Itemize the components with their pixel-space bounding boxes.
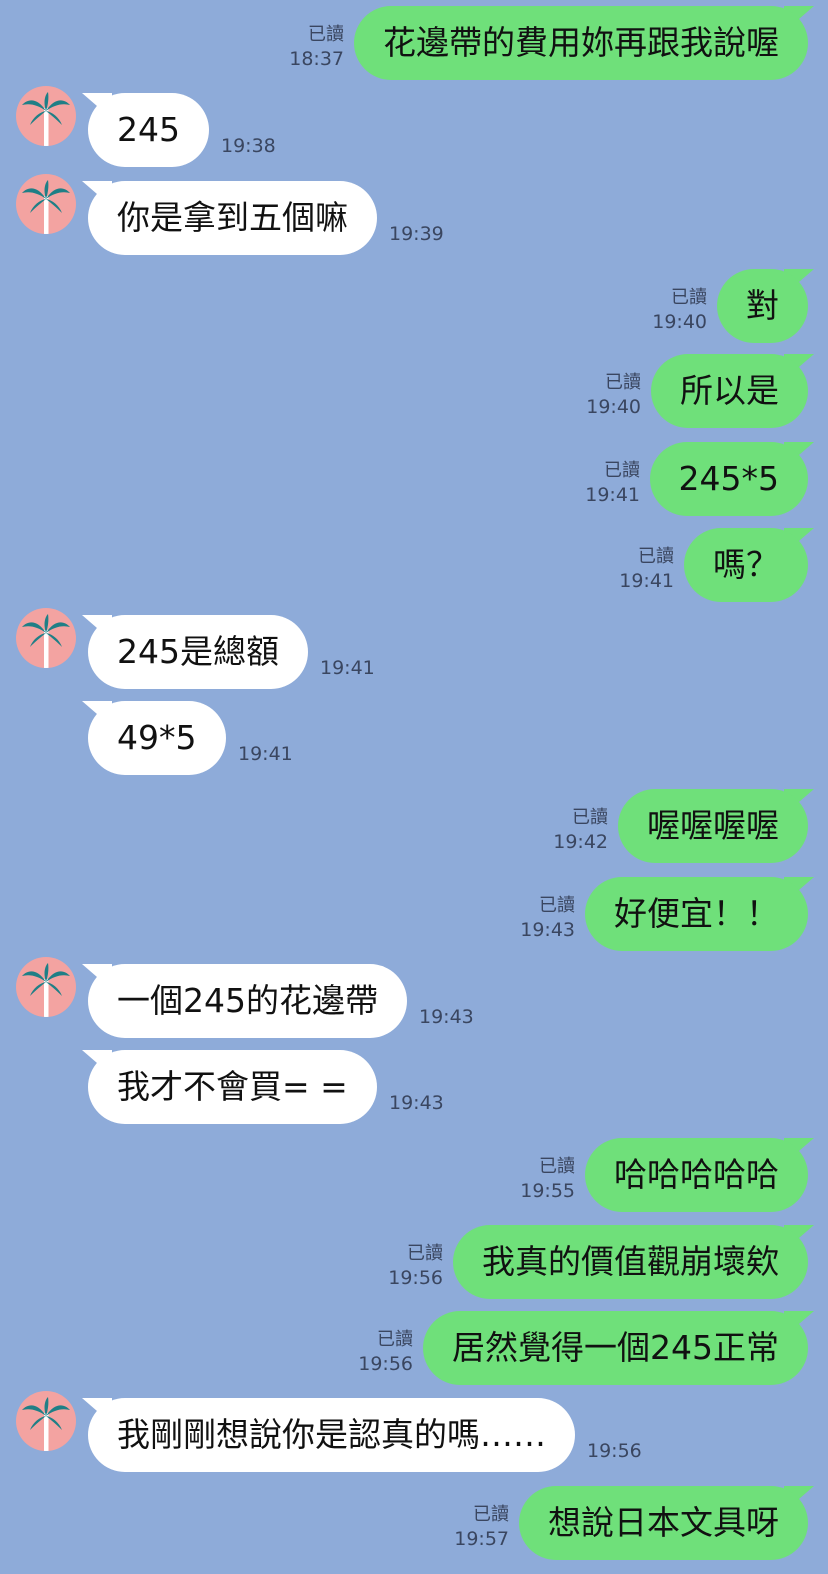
message-time: 19:43 <box>389 1092 444 1114</box>
message-meta: 19:56 <box>587 1439 642 1464</box>
message-meta: 已讀 18:37 <box>289 22 344 72</box>
message-meta: 已讀 19:55 <box>520 1154 575 1204</box>
message-bubble[interactable]: 喔喔喔喔 <box>618 789 808 863</box>
message-bubble[interactable]: 好便宜！！ <box>585 877 808 951</box>
chat-message-list[interactable]: 花邊帶的費用妳再跟我說喔 已讀 18:37 245 19:38 你是拿到五個嘛 19:39 對… <box>0 0 828 1574</box>
message-bubble[interactable]: 居然覺得一個245正常 <box>423 1311 808 1385</box>
incoming-message: 245 19:38 <box>0 86 828 167</box>
message-time: 19:41 <box>238 743 293 765</box>
message-meta: 19:38 <box>221 134 276 159</box>
message-bubble[interactable]: 245*5 <box>649 442 808 516</box>
message-meta: 已讀 19:56 <box>388 1241 443 1291</box>
message-bubble[interactable]: 嗎？ <box>684 528 808 602</box>
message-bubble[interactable]: 哈哈哈哈哈 <box>585 1138 808 1212</box>
message-meta: 已讀 19:42 <box>553 805 608 855</box>
outgoing-message: 所以是 已讀 19:40 <box>0 354 828 428</box>
read-receipt: 已讀 <box>407 1243 443 1264</box>
message-bubble[interactable]: 245 <box>88 93 209 167</box>
message-meta: 19:43 <box>389 1091 444 1116</box>
message-meta: 19:41 <box>320 656 375 681</box>
incoming-message: 245是總額 19:41 <box>0 608 828 689</box>
message-time: 19:56 <box>587 1440 642 1462</box>
message-bubble[interactable]: 對 <box>717 269 808 343</box>
read-receipt: 已讀 <box>539 1156 575 1177</box>
outgoing-message: 對已讀 19:40 <box>0 269 828 343</box>
message-bubble[interactable]: 我才不會買= = <box>88 1050 377 1124</box>
palm-tree-icon[interactable] <box>16 957 76 1017</box>
outgoing-message: 喔喔喔喔 已讀 19:42 <box>0 789 828 863</box>
read-receipt: 已讀 <box>671 287 707 308</box>
message-meta: 已讀 19:57 <box>454 1502 509 1552</box>
message-meta: 已讀 19:43 <box>520 893 575 943</box>
read-receipt: 已讀 <box>604 460 640 481</box>
outgoing-message: 嗎？ 已讀 19:41 <box>0 528 828 602</box>
palm-tree-icon[interactable] <box>16 1391 76 1451</box>
outgoing-message: 居然覺得一個245正常 已讀 19:56 <box>0 1311 828 1385</box>
message-time: 19:38 <box>221 135 276 157</box>
outgoing-message: 哈哈哈哈哈 已讀 19:55 <box>0 1138 828 1212</box>
message-bubble[interactable]: 一個245的花邊帶 <box>88 964 407 1038</box>
read-receipt: 已讀 <box>605 372 641 393</box>
incoming-message: 一個245的花邊帶 19:43 <box>0 957 828 1038</box>
outgoing-message: 花邊帶的費用妳再跟我說喔 已讀 18:37 <box>0 6 828 80</box>
outgoing-message: 好便宜！！ 已讀 19:43 <box>0 877 828 951</box>
message-bubble[interactable]: 49*5 <box>88 701 226 775</box>
message-time: 19:41 <box>585 484 640 506</box>
message-bubble[interactable]: 所以是 <box>651 354 808 428</box>
message-meta: 19:41 <box>238 742 293 767</box>
message-time: 19:43 <box>419 1006 474 1028</box>
message-time: 19:40 <box>652 311 707 333</box>
palm-tree-icon[interactable] <box>16 174 76 234</box>
message-meta: 已讀 19:56 <box>358 1327 413 1377</box>
message-meta: 已讀 19:41 <box>585 458 640 508</box>
message-meta: 19:39 <box>389 222 444 247</box>
incoming-message: 我剛剛想說你是認真的嗎…… 19:56 <box>0 1391 828 1472</box>
message-time: 19:39 <box>389 223 444 245</box>
message-meta: 19:43 <box>419 1005 474 1030</box>
message-time: 19:57 <box>454 1528 509 1550</box>
message-time: 19:41 <box>619 570 674 592</box>
outgoing-message: 我真的價值觀崩壞欸 已讀 19:56 <box>0 1225 828 1299</box>
message-bubble[interactable]: 我真的價值觀崩壞欸 <box>453 1225 808 1299</box>
read-receipt: 已讀 <box>473 1504 509 1525</box>
message-meta: 已讀 19:41 <box>619 544 674 594</box>
message-time: 19:42 <box>553 831 608 853</box>
read-receipt: 已讀 <box>539 895 575 916</box>
read-receipt: 已讀 <box>638 546 674 567</box>
message-time: 19:56 <box>358 1353 413 1375</box>
read-receipt: 已讀 <box>377 1329 413 1350</box>
read-receipt: 已讀 <box>308 24 344 45</box>
outgoing-message: 想說日本文具呀 已讀 19:57 <box>0 1486 828 1560</box>
message-time: 19:43 <box>520 919 575 941</box>
message-time: 19:56 <box>388 1267 443 1289</box>
message-time: 18:37 <box>289 48 344 70</box>
message-time: 19:55 <box>520 1180 575 1202</box>
message-meta: 已讀 19:40 <box>652 285 707 335</box>
outgoing-message: 245*5 已讀 19:41 <box>0 442 828 516</box>
read-receipt: 已讀 <box>572 807 608 828</box>
palm-tree-icon[interactable] <box>16 86 76 146</box>
palm-tree-icon[interactable] <box>16 608 76 668</box>
message-bubble[interactable]: 你是拿到五個嘛 <box>88 181 377 255</box>
message-time: 19:40 <box>586 396 641 418</box>
message-bubble[interactable]: 245是總額 <box>88 615 308 689</box>
incoming-message: 49*5 19:41 <box>0 701 828 775</box>
message-bubble[interactable]: 我剛剛想說你是認真的嗎…… <box>88 1398 575 1472</box>
message-bubble[interactable]: 花邊帶的費用妳再跟我說喔 <box>354 6 808 80</box>
incoming-message: 我才不會買= = 19:43 <box>0 1050 828 1124</box>
message-meta: 已讀 19:40 <box>586 370 641 420</box>
incoming-message: 你是拿到五個嘛 19:39 <box>0 174 828 255</box>
message-time: 19:41 <box>320 657 375 679</box>
message-bubble[interactable]: 想說日本文具呀 <box>519 1486 808 1560</box>
